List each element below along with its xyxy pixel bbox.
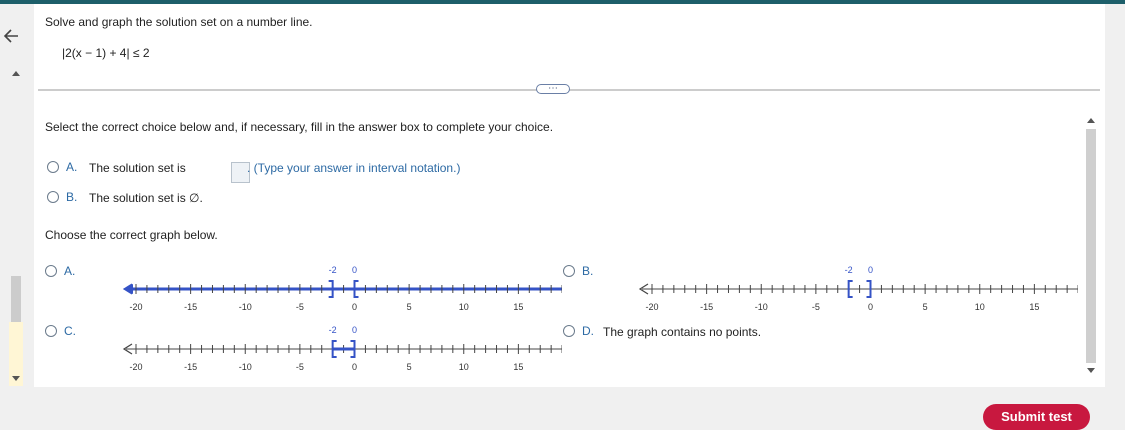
choice-prompt: Select the correct choice below and, if … [45,120,554,134]
graph-prompt: Choose the correct graph below. [45,228,218,242]
graph-b-letter: B. [582,264,594,278]
tick-label: -10 [239,302,252,312]
graph-a-radio[interactable] [45,265,57,277]
number-line-b: -20-15-10-505101520-20 [638,265,1078,312]
tick-label: 0 [352,302,357,312]
mark-label: 0 [352,325,357,335]
tick-label: -20 [645,302,658,312]
choice-b-text: The solution set is ∅. [89,191,203,205]
tick-label: -15 [700,302,713,312]
submit-test-button[interactable]: Submit test [983,404,1090,430]
tick-label: 0 [868,302,873,312]
left-scrollbar[interactable] [9,68,23,386]
inequality-expression: |2(x − 1) + 4| ≤ 2 [62,46,150,60]
instruction-text: Solve and graph the solution set on a nu… [45,15,313,29]
mark-label: 0 [352,265,357,275]
choice-a-text: The solution set is [89,161,186,175]
tick-label: 5 [407,302,412,312]
graph-d-radio[interactable] [563,325,575,337]
tick-label: 10 [459,362,469,372]
tick-label: -15 [184,302,197,312]
ellipsis-icon: ⋯ [548,83,558,94]
tick-label: 15 [513,362,523,372]
left-arrowhead [123,284,133,294]
choice-a-radio[interactable] [47,161,59,173]
tick-label: -10 [755,302,768,312]
choice-a-letter: A. [66,160,78,174]
tick-label: -5 [296,362,304,372]
tick-label: 15 [513,302,523,312]
graph-a-letter: A. [64,264,76,278]
tick-label: 10 [459,302,469,312]
graph-c-radio[interactable] [45,325,57,337]
number-line-c: -20-15-10-505101520-20 [122,325,562,372]
back-arrow-icon[interactable] [2,26,22,46]
tick-label: 5 [923,302,928,312]
mark-label: -2 [845,265,853,275]
tick-label: 0 [352,362,357,372]
choice-b-radio[interactable] [47,191,59,203]
tick-label: 15 [1029,302,1039,312]
graph-d-letter: D. [582,324,594,338]
graph-b-radio[interactable] [563,265,575,277]
tick-label: -5 [812,302,820,312]
tick-label: -10 [239,362,252,372]
mark-label: 0 [868,265,873,275]
tick-label: -5 [296,302,304,312]
choice-b-letter: B. [66,190,78,204]
tick-label: 5 [407,362,412,372]
graph-d-text: The graph contains no points. [603,325,762,339]
graph-c-letter: C. [64,324,76,338]
question-panel: Solve and graph the solution set on a nu… [34,4,1105,387]
mark-label: -2 [329,265,337,275]
mark-label: -2 [329,325,337,335]
choice-a-hint: . (Type your answer in interval notation… [247,161,461,175]
number-line-a: -20-15-10-505101520-20 [122,265,562,312]
tick-label: 10 [975,302,985,312]
right-scrollbar[interactable] [1084,116,1098,376]
tick-label: -15 [184,362,197,372]
more-options-button[interactable]: ⋯ [536,84,570,94]
tick-label: -20 [129,362,142,372]
tick-label: -20 [129,302,142,312]
